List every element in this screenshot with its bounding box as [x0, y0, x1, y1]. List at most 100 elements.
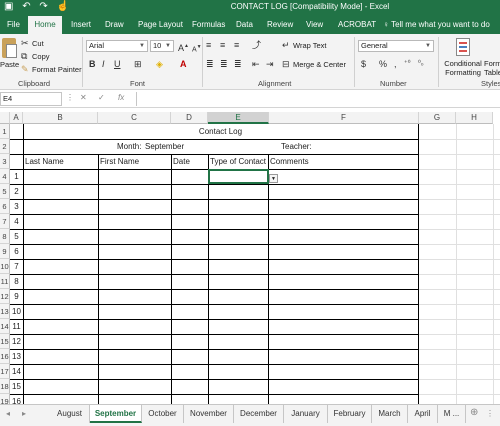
- column-header-c[interactable]: C: [98, 112, 171, 124]
- row-header[interactable]: 19: [0, 394, 10, 404]
- row-header[interactable]: 2: [0, 139, 10, 154]
- sheet-tab-december[interactable]: December: [234, 405, 284, 423]
- sheet-tab-october[interactable]: October: [142, 405, 184, 423]
- format-as-table-button[interactable]: Form Table: [484, 59, 500, 77]
- bold-button[interactable]: B: [89, 59, 96, 69]
- sheet-tab-september[interactable]: September: [90, 405, 142, 423]
- decrease-decimal-icon[interactable]: ⁰₀: [418, 59, 424, 69]
- align-bottom-icon[interactable]: ≡: [234, 40, 239, 50]
- copy-button[interactable]: Copy: [32, 52, 50, 61]
- name-box[interactable]: E4: [0, 92, 62, 106]
- cancel-icon[interactable]: ✕: [80, 93, 87, 102]
- column-header-f[interactable]: F: [269, 112, 419, 124]
- cell-dropdown-button[interactable]: ▼: [269, 174, 278, 183]
- sheet-tab-november[interactable]: November: [184, 405, 234, 423]
- tab-insert[interactable]: Insert: [66, 16, 96, 34]
- wrap-text-button[interactable]: Wrap Text: [293, 41, 327, 50]
- tell-me-search[interactable]: ♀ Tell me what you want to do: [378, 16, 495, 34]
- conditional-formatting-icon[interactable]: [456, 38, 470, 56]
- tab-draw[interactable]: Draw: [100, 16, 129, 34]
- row-header[interactable]: 5: [0, 184, 10, 199]
- currency-button[interactable]: $: [361, 59, 366, 69]
- column-header-g[interactable]: G: [419, 112, 456, 124]
- sheet-tab-march[interactable]: March: [372, 405, 408, 423]
- align-left-icon[interactable]: ≣: [206, 59, 214, 69]
- indent-icon[interactable]: ⇤: [252, 59, 260, 69]
- paste-button[interactable]: Paste: [0, 60, 19, 69]
- sheet-tab-august[interactable]: August: [50, 405, 90, 423]
- sheet-tab-more[interactable]: M ...: [438, 405, 466, 423]
- format-painter-button[interactable]: Format Painter: [32, 65, 82, 74]
- row-header[interactable]: 10: [0, 259, 10, 274]
- enter-icon[interactable]: ✓: [98, 93, 105, 102]
- selected-cell[interactable]: [208, 169, 269, 184]
- select-all-corner[interactable]: [0, 112, 10, 124]
- sheet-tab-february[interactable]: February: [328, 405, 372, 423]
- decrease-font-icon[interactable]: A▼: [192, 42, 202, 55]
- row-header[interactable]: 15: [0, 334, 10, 349]
- outdent-icon[interactable]: ⇥: [266, 59, 274, 69]
- align-top-icon[interactable]: ≡: [206, 40, 211, 50]
- orientation-icon[interactable]: ⤴: [252, 40, 261, 50]
- row-header[interactable]: 1: [0, 124, 10, 139]
- align-center-icon[interactable]: ≣: [220, 59, 228, 69]
- row-header[interactable]: 4: [0, 169, 10, 184]
- formula-input[interactable]: [136, 92, 500, 106]
- tab-acrobat[interactable]: ACROBAT: [333, 16, 381, 34]
- row-header[interactable]: 17: [0, 364, 10, 379]
- column-header-b[interactable]: B: [23, 112, 98, 124]
- formula-bar: E4 ⋮ ✕ ✓ fx: [0, 90, 500, 108]
- scroll-options-icon[interactable]: ⋮: [486, 409, 494, 418]
- percent-button[interactable]: %: [379, 59, 387, 69]
- row-header[interactable]: 14: [0, 319, 10, 334]
- merge-center-button[interactable]: Merge & Center: [293, 60, 346, 69]
- column-header-d[interactable]: D: [171, 112, 208, 124]
- add-sheet-icon[interactable]: ⊕: [470, 407, 478, 418]
- row-header[interactable]: 12: [0, 289, 10, 304]
- entry-number: 7: [14, 262, 19, 271]
- comma-button[interactable]: ,: [394, 59, 397, 69]
- scroll-right-icon[interactable]: ▸: [22, 409, 26, 418]
- sheet-tab-january[interactable]: January: [284, 405, 328, 423]
- tab-home[interactable]: Home: [28, 16, 62, 34]
- font-name-dropdown[interactable]: Arial ▼: [86, 40, 148, 52]
- paste-icon[interactable]: [2, 38, 17, 58]
- tab-formulas[interactable]: Formulas: [187, 16, 230, 34]
- fill-color-icon[interactable]: ◈: [156, 59, 163, 69]
- row-header[interactable]: 13: [0, 304, 10, 319]
- tab-data[interactable]: Data: [231, 16, 258, 34]
- font-color-icon[interactable]: A: [180, 59, 187, 69]
- number-format-dropdown[interactable]: General ▼: [358, 40, 434, 52]
- row-header[interactable]: 3: [0, 154, 10, 169]
- increase-font-icon[interactable]: A▲: [178, 41, 189, 53]
- conditional-formatting-button[interactable]: Conditional Formatting: [441, 59, 485, 77]
- column-header-a[interactable]: A: [10, 112, 23, 124]
- row-header[interactable]: 16: [0, 349, 10, 364]
- align-right-icon[interactable]: ≣: [234, 59, 242, 69]
- tab-page-layout[interactable]: Page Layout: [133, 16, 188, 34]
- row-header[interactable]: 11: [0, 274, 10, 289]
- tab-file[interactable]: File: [2, 16, 25, 34]
- row-header[interactable]: 6: [0, 199, 10, 214]
- borders-icon[interactable]: ⊞: [134, 59, 142, 69]
- tab-view[interactable]: View: [301, 16, 328, 34]
- tab-review[interactable]: Review: [262, 16, 298, 34]
- sheet-tab-april[interactable]: April: [408, 405, 438, 423]
- gridline: [419, 349, 500, 350]
- italic-button[interactable]: I: [102, 59, 105, 69]
- column-header-e[interactable]: E: [208, 112, 269, 124]
- worksheet[interactable]: A B C D E F G H 1 2 3 4 5 6 7 8 9 10 11 …: [0, 112, 500, 404]
- align-middle-icon[interactable]: ≡: [220, 40, 225, 50]
- row-header[interactable]: 8: [0, 229, 10, 244]
- cut-button[interactable]: Cut: [32, 39, 44, 48]
- font-size-dropdown[interactable]: 10 ▼: [150, 40, 174, 52]
- underline-button[interactable]: U: [114, 59, 121, 69]
- row-header[interactable]: 9: [0, 244, 10, 259]
- row-header[interactable]: 7: [0, 214, 10, 229]
- insert-function-icon[interactable]: fx: [118, 93, 124, 102]
- row-header[interactable]: 18: [0, 379, 10, 394]
- column-header-h[interactable]: H: [456, 112, 493, 124]
- scroll-left-icon[interactable]: ◂: [6, 409, 10, 418]
- month-value[interactable]: September: [145, 139, 184, 154]
- increase-decimal-icon[interactable]: ⁺⁰: [404, 59, 411, 69]
